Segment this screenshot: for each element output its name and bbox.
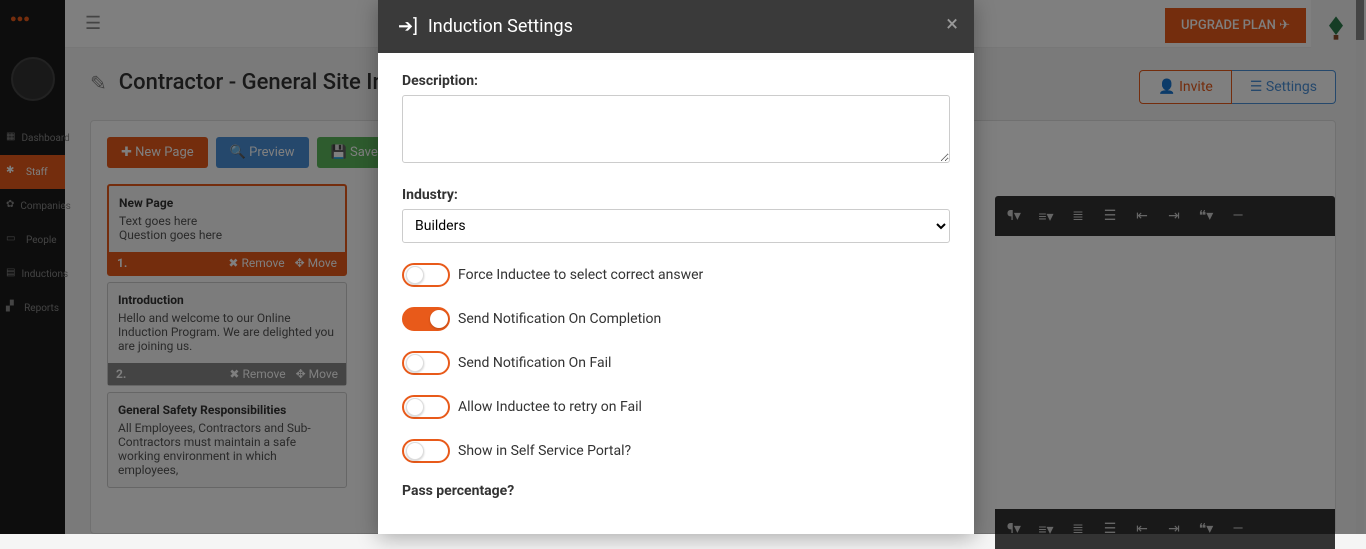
induction-settings-modal: ➔] Induction Settings × Description: Ind… [378,0,974,534]
modal-header: ➔] Induction Settings × [378,0,974,53]
notify-completion-toggle[interactable] [402,307,450,331]
description-label: Description: [402,73,950,89]
description-textarea[interactable] [402,95,950,163]
toggle-label: Show in Self Service Portal? [458,443,631,459]
notify-fail-toggle[interactable] [402,351,450,375]
toggle-label: Allow Inductee to retry on Fail [458,399,642,415]
toggle-label: Send Notification On Completion [458,311,661,327]
pass-percentage-label: Pass percentage? [402,483,950,499]
industry-select[interactable]: Builders [402,209,950,243]
toggle-label: Send Notification On Fail [458,355,611,371]
modal-title: Induction Settings [428,16,573,37]
industry-label: Industry: [402,187,950,203]
retry-fail-toggle[interactable] [402,395,450,419]
self-service-toggle[interactable] [402,439,450,463]
force-correct-toggle[interactable] [402,263,450,287]
close-button[interactable]: × [946,12,958,37]
toggle-label: Force Inductee to select correct answer [458,267,703,283]
login-icon: ➔] [398,16,418,37]
